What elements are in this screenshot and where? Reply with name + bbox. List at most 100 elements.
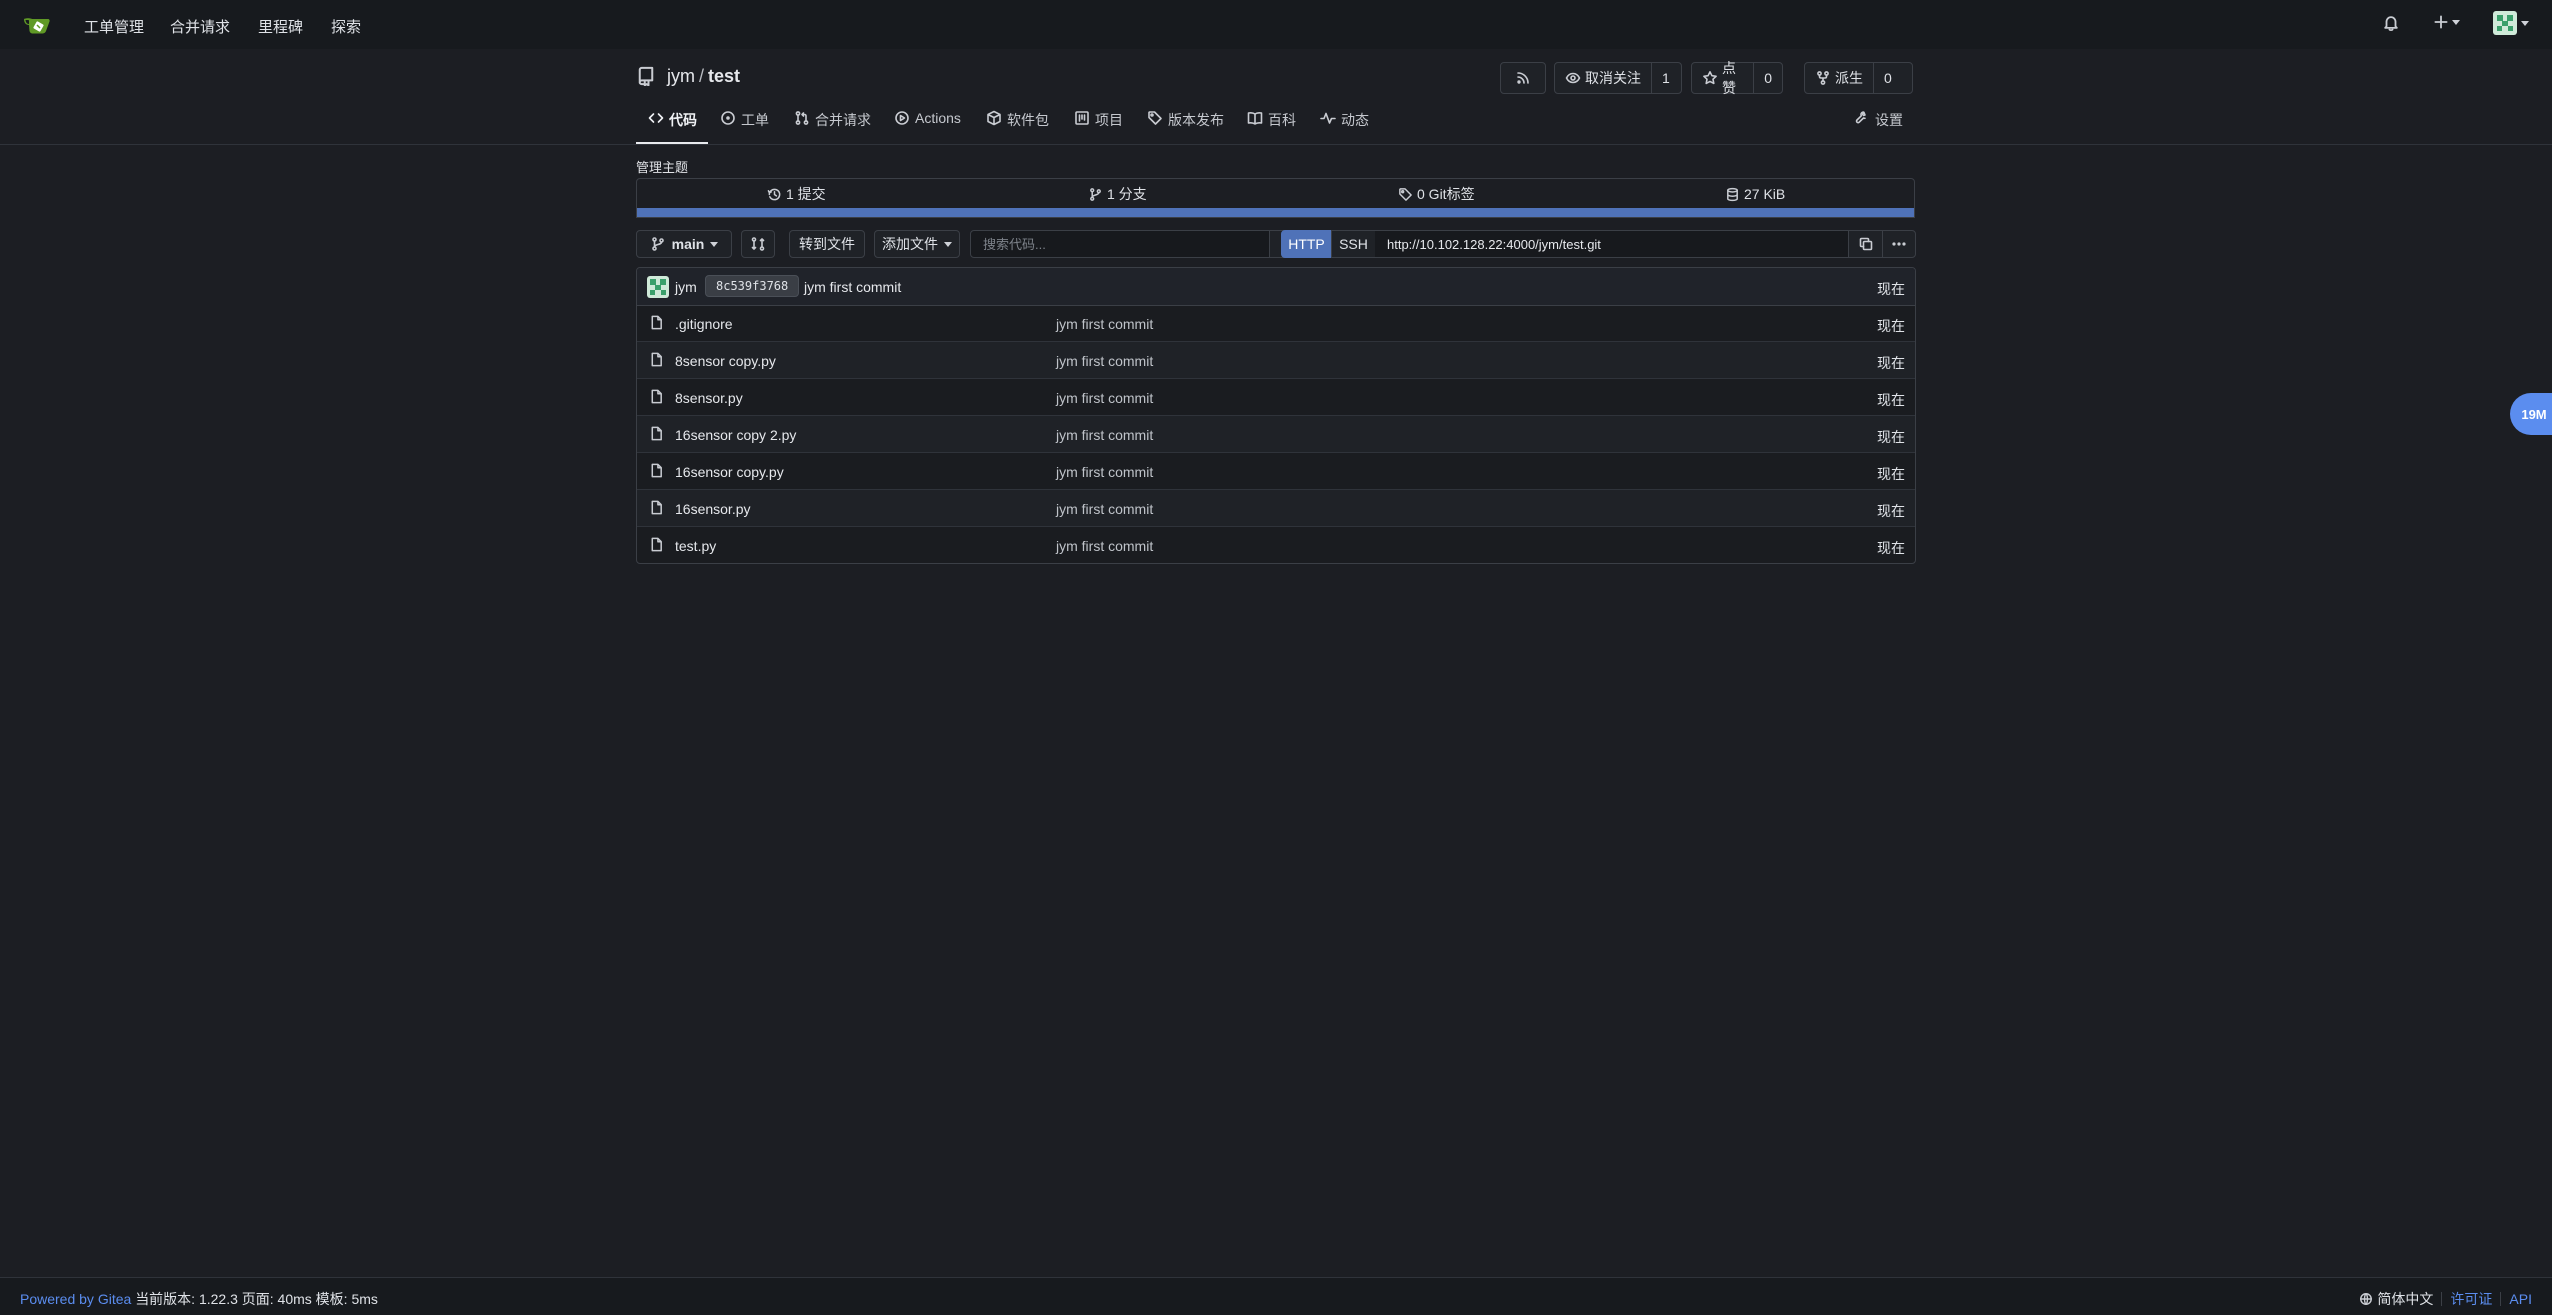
clone-http-button[interactable]: HTTP [1281,230,1332,258]
tab-projects[interactable]: 项目 [1074,107,1123,144]
file-name-link[interactable]: 16sensor.py [675,501,751,517]
repo-name-link[interactable]: test [708,66,740,86]
file-commit-message[interactable]: jym first commit [1056,353,1153,369]
branch-icon [650,236,666,252]
file-commit-message[interactable]: jym first commit [1056,427,1153,443]
nav-issues-link[interactable]: 工单管理 [84,16,144,37]
file-name-link[interactable]: 16sensor copy 2.py [675,427,796,443]
tab-wiki[interactable]: 百科 [1247,107,1296,144]
globe-icon [2359,1292,2373,1306]
tab-pull-requests[interactable]: 合并请求 [794,107,871,144]
file-name-link[interactable]: test.py [675,538,716,554]
play-icon [894,110,910,126]
tags-stat[interactable]: 0 Git标签 [1398,179,1475,209]
license-link[interactable]: 许可证 [2450,1289,2492,1309]
commit-author-link[interactable]: jym [675,279,697,295]
file-row: 16sensor copy.py jym first commit 现在 [637,453,1915,490]
file-commit-message[interactable]: jym first commit [1056,316,1153,332]
compare-button[interactable] [741,230,775,258]
nav-explore-link[interactable]: 探索 [331,16,361,37]
unwatch-label: 取消关注 [1585,70,1641,86]
fork-icon [1815,70,1831,86]
file-row: .gitignore jym first commit 现在 [637,305,1915,342]
repo-owner-link[interactable]: jym [667,66,695,86]
tab-label: 版本发布 [1168,112,1224,128]
pulse-icon [1320,110,1336,126]
user-avatar-menu[interactable] [2493,11,2529,35]
commits-stat[interactable]: 1 提交 [767,179,826,209]
footer: Powered by Gitea 当前版本: 1.22.3 页面: 40ms 模… [0,1277,2552,1315]
file-commit-message[interactable]: jym first commit [1056,464,1153,480]
api-link[interactable]: API [2509,1291,2532,1307]
file-name-link[interactable]: 16sensor copy.py [675,464,784,480]
issue-icon [720,110,736,126]
commit-sha-label[interactable]: 8c539f3768 [705,275,800,297]
file-commit-message[interactable]: jym first commit [1056,501,1153,517]
clone-ssh-button[interactable]: SSH [1331,230,1376,258]
file-icon [649,463,664,478]
file-icon [649,315,664,330]
project-icon [1074,110,1090,126]
file-commit-time: 现在 [1877,429,1905,445]
goto-file-button[interactable]: 转到文件 [789,230,865,258]
file-commit-time: 现在 [1877,355,1905,371]
unwatch-button[interactable]: 取消关注 [1555,63,1651,93]
nav-milestones-link[interactable]: 里程碑 [258,16,303,37]
language-selector[interactable]: 简体中文 [2359,1289,2433,1309]
star-count[interactable]: 0 [1753,63,1782,93]
file-name-link[interactable]: .gitignore [675,316,733,332]
file-row: 8sensor.py jym first commit 现在 [637,379,1915,416]
avatar[interactable] [647,276,669,298]
powered-by-gitea-link[interactable]: Powered by Gitea [20,1291,131,1307]
tab-code[interactable]: 代码 [636,107,708,144]
star-button[interactable]: 点赞 [1692,60,1753,96]
code-icon [648,110,664,126]
add-file-dropdown[interactable]: 添加文件 [874,230,960,258]
floating-memory-badge[interactable]: 19M [2510,393,2552,435]
tab-label: 软件包 [1007,112,1049,128]
notifications-bell-icon[interactable] [2382,14,2400,32]
branch-icon [1088,187,1103,202]
fork-count[interactable]: 0 [1873,63,1902,93]
file-commit-message[interactable]: jym first commit [1056,538,1153,554]
avatar [2493,11,2517,35]
chevron-down-icon [2452,19,2460,25]
more-options-button[interactable] [1882,230,1916,258]
tab-issues[interactable]: 工单 [720,107,769,144]
gitea-logo-icon[interactable] [22,13,52,37]
tab-settings[interactable]: 设置 [1854,107,1903,144]
file-name-link[interactable]: 8sensor copy.py [675,353,776,369]
file-name-link[interactable]: 8sensor.py [675,390,743,406]
branch-selector[interactable]: main [636,230,732,258]
tab-actions[interactable]: Actions [894,107,961,144]
clone-url-input[interactable] [1375,230,1849,258]
manage-topics-link[interactable]: 管理主题 [636,157,688,176]
branches-count: 1 分支 [1107,186,1147,202]
tab-packages[interactable]: 软件包 [986,107,1049,144]
tab-releases[interactable]: 版本发布 [1147,107,1224,144]
tab-label: 设置 [1875,112,1903,128]
tab-label: 合并请求 [815,112,871,128]
tab-label: Actions [915,110,961,126]
branches-stat[interactable]: 1 分支 [1088,179,1147,209]
copy-url-button[interactable] [1848,230,1883,258]
tab-activity[interactable]: 动态 [1320,107,1369,144]
file-commit-message[interactable]: jym first commit [1056,390,1153,406]
rss-feed-button[interactable] [1500,62,1546,94]
chevron-down-icon [944,241,952,247]
tab-label: 百科 [1268,112,1296,128]
fork-button[interactable]: 派生 [1805,63,1873,93]
eye-icon [1565,70,1581,86]
code-search-input[interactable] [970,230,1270,258]
nav-pulls-link[interactable]: 合并请求 [170,16,230,37]
watch-count[interactable]: 1 [1651,63,1680,93]
tag-icon [1398,187,1413,202]
file-commit-time: 现在 [1877,466,1905,482]
package-icon [986,110,1002,126]
tab-label: 代码 [669,112,697,128]
commit-message-link[interactable]: jym first commit [804,279,901,295]
create-new-menu[interactable] [2432,13,2460,31]
language-stats-bar[interactable] [637,208,1914,217]
book-icon [1247,110,1263,126]
compare-icon [750,236,766,252]
